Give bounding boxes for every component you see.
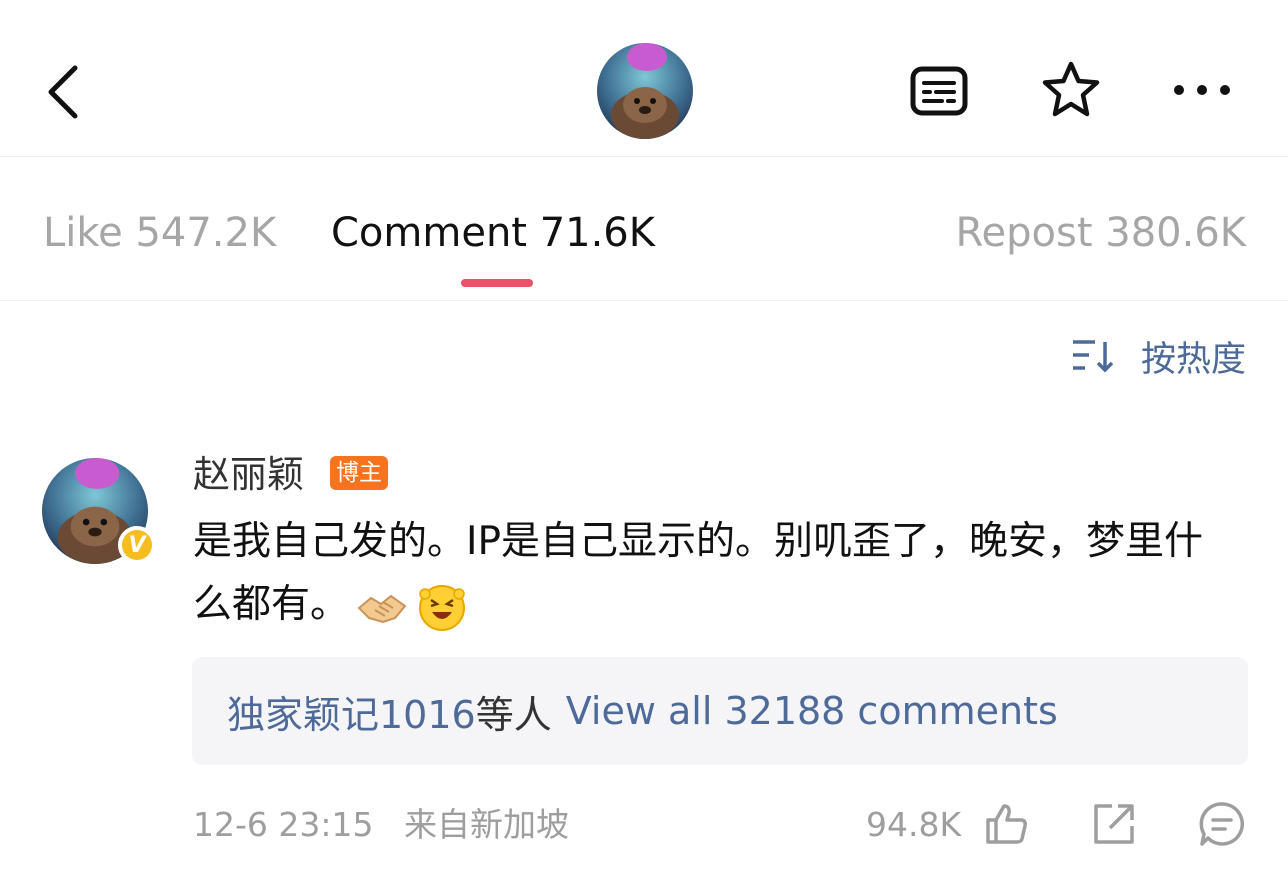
author-tag-badge: 博主 (330, 456, 388, 490)
verified-badge-icon: V (118, 526, 156, 564)
chevron-left-icon (48, 65, 78, 119)
star-icon (1042, 61, 1100, 117)
share-icon (1094, 804, 1134, 844)
commenter-username[interactable]: 赵丽颖 (193, 452, 304, 498)
tab-like[interactable]: Like 547.2K (43, 209, 276, 257)
list-icon (910, 66, 968, 116)
sort-icon (1072, 340, 1114, 373)
comment-location: 来自新加坡 (404, 805, 569, 844)
like-button[interactable] (982, 800, 1030, 848)
grinning-emoji-icon (415, 580, 469, 634)
reply-username[interactable]: 独家颖记1016 (227, 684, 476, 739)
active-tab-indicator (461, 279, 533, 287)
comment-text: 是我自己发的。IP是自己显示的。别叽歪了，晚安，梦里什么都有。 (193, 519, 1204, 627)
comment-text-block: 是我自己发的。IP是自己显示的。别叽歪了，晚安，梦里什么都有。 (193, 510, 1233, 636)
handshake-emoji-icon (355, 580, 409, 634)
view-all-comments-link[interactable]: View all 32188 comments (566, 689, 1058, 733)
list-button[interactable] (908, 62, 970, 120)
back-button[interactable] (38, 60, 88, 124)
more-button[interactable] (1170, 74, 1234, 106)
sort-label: 按热度 (1140, 339, 1246, 380)
share-button[interactable] (1090, 800, 1138, 848)
more-icon (1174, 85, 1230, 95)
reply-others-label: 等人 (475, 692, 552, 737)
top-navigation-bar (0, 0, 1288, 157)
tab-bar: Like 547.2K Comment 71.6K Repost 380.6K (0, 157, 1288, 301)
tab-repost[interactable]: Repost 380.6K (956, 209, 1246, 257)
avatar-image (597, 43, 693, 139)
tab-comment[interactable]: Comment 71.6K (331, 209, 655, 257)
author-avatar[interactable] (597, 43, 693, 139)
sort-by-hot-button[interactable]: 按热度 (1071, 334, 1246, 380)
comment-bubble-icon (1199, 802, 1245, 846)
favorite-button[interactable] (1038, 58, 1104, 122)
thumbs-up-icon (986, 804, 1027, 844)
replies-preview[interactable]: 独家颖记1016 等人 View all 32188 comments (192, 657, 1248, 765)
comment-timestamp: 12-6 23:15 (193, 805, 374, 844)
like-count: 94.8K (866, 805, 962, 844)
reply-button[interactable] (1198, 800, 1246, 848)
